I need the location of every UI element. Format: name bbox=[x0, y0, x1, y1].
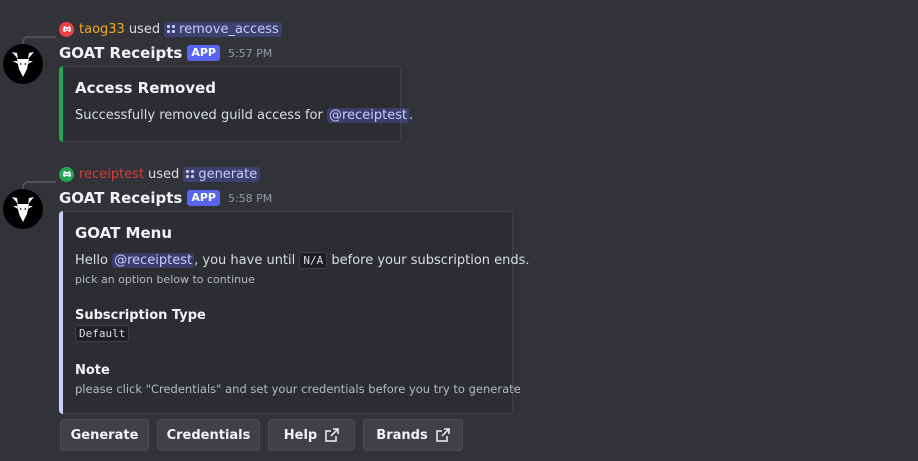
brands-button[interactable]: Brands bbox=[363, 419, 463, 451]
field-subscription-type-value: Default bbox=[75, 325, 130, 342]
bot-name[interactable]: GOAT Receipts bbox=[59, 44, 182, 62]
subscription-code: Default bbox=[75, 325, 130, 342]
message-header: GOAT Receipts APP 5:57 PM bbox=[59, 44, 272, 62]
user-mention[interactable]: @receiptest bbox=[112, 253, 195, 268]
reply-username[interactable]: taog33 bbox=[79, 22, 125, 37]
bot-avatar[interactable] bbox=[3, 44, 43, 84]
embed-accent-bar bbox=[59, 66, 63, 142]
external-link-icon bbox=[325, 428, 339, 442]
embed-goat-menu: GOAT Menu Hello @receiptest, you have un… bbox=[59, 211, 530, 414]
help-button[interactable]: Help bbox=[268, 419, 355, 451]
embed-description: Hello @receiptest, you have until N/A be… bbox=[75, 252, 530, 269]
slash-command-icon bbox=[186, 167, 195, 182]
slash-command-icon bbox=[167, 22, 176, 37]
embed-title: GOAT Menu bbox=[75, 224, 173, 242]
discord-avatar-icon[interactable] bbox=[59, 166, 74, 182]
credentials-button[interactable]: Credentials bbox=[157, 419, 260, 451]
reply-username[interactable]: receiptest bbox=[79, 167, 144, 182]
app-badge: APP bbox=[187, 190, 220, 206]
command-name: generate bbox=[198, 166, 258, 182]
until-code: N/A bbox=[299, 252, 328, 269]
until-text: , you have until bbox=[194, 253, 300, 268]
timestamp[interactable]: 5:58 PM bbox=[228, 192, 272, 205]
generate-button[interactable]: Generate bbox=[60, 419, 149, 451]
hello-text: Hello bbox=[75, 253, 113, 268]
command-mention[interactable]: remove_access bbox=[164, 21, 282, 37]
message-header: GOAT Receipts APP 5:58 PM bbox=[59, 189, 272, 207]
timestamp[interactable]: 5:57 PM bbox=[228, 47, 272, 60]
reply-context[interactable]: taog33 used remove_access bbox=[59, 20, 282, 38]
used-text: used bbox=[128, 21, 161, 37]
discord-avatar-icon[interactable] bbox=[59, 21, 74, 37]
help-label: Help bbox=[283, 427, 318, 443]
field-subscription-type-name: Subscription Type bbox=[75, 308, 206, 323]
brands-label: Brands bbox=[376, 427, 428, 443]
end-text: before your subscription ends. bbox=[327, 253, 530, 268]
embed-title: Access Removed bbox=[75, 79, 216, 97]
credentials-label: Credentials bbox=[166, 427, 251, 443]
command-mention[interactable]: generate bbox=[183, 166, 261, 182]
field-note-value: please click "Credentials" and set your … bbox=[75, 382, 521, 396]
command-name: remove_access bbox=[179, 21, 279, 37]
description-end: . bbox=[409, 108, 414, 123]
reply-context[interactable]: receiptest used generate bbox=[59, 165, 261, 183]
field-note-name: Note bbox=[75, 363, 110, 378]
embed-accent-bar bbox=[59, 211, 63, 414]
used-text: used bbox=[148, 166, 180, 182]
description-text: Successfully removed guild access for bbox=[75, 108, 327, 123]
bot-avatar[interactable] bbox=[3, 189, 43, 229]
embed-access-removed: Access Removed Successfully removed guil… bbox=[59, 66, 413, 142]
goat-logo-icon bbox=[12, 52, 34, 77]
external-link-icon bbox=[435, 428, 450, 442]
embed-subtext: pick an option below to continue bbox=[75, 273, 255, 286]
generate-label: Generate bbox=[70, 427, 139, 443]
app-badge: APP bbox=[187, 45, 220, 61]
goat-logo-icon bbox=[12, 197, 34, 222]
user-mention[interactable]: @receiptest bbox=[327, 108, 410, 123]
bot-name[interactable]: GOAT Receipts bbox=[59, 189, 182, 207]
embed-description: Successfully removed guild access for @r… bbox=[75, 108, 413, 123]
